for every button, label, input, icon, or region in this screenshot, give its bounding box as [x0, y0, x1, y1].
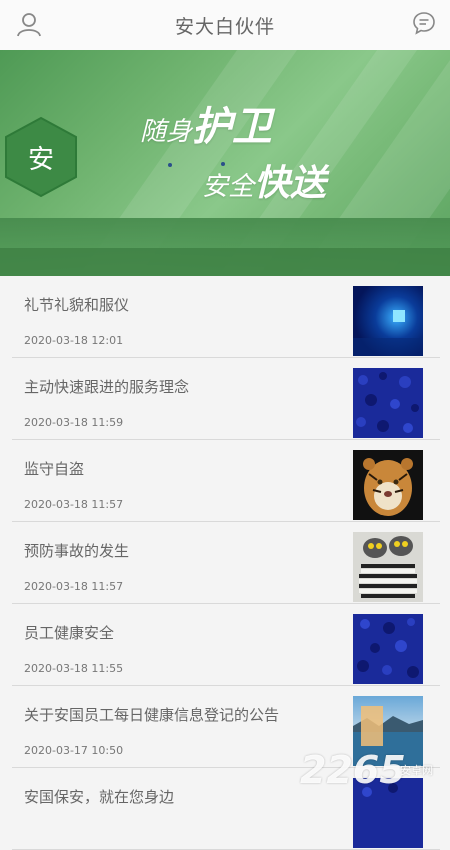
news-headline: 主动快速跟进的服务理念 — [24, 378, 190, 396]
list-item[interactable]: 监守自盗 2020-03-18 11:57 — [12, 440, 440, 522]
watermark-number: 2265 — [300, 748, 406, 792]
promo-banner[interactable]: 安 随身护卫 安全快送 — [0, 50, 450, 276]
news-date: 2020-03-18 12:01 — [24, 334, 124, 347]
news-thumbnail — [353, 450, 423, 520]
watermark-logo: 2265 安卓网 — [300, 748, 450, 800]
news-thumbnail — [353, 286, 423, 356]
news-headline: 安国保安，就在您身边 — [24, 788, 175, 806]
news-date: 2020-03-17 10:50 — [24, 744, 124, 757]
user-icon[interactable] — [16, 11, 42, 37]
list-item[interactable]: 员工健康安全 2020-03-18 11:55 — [12, 604, 440, 686]
decor-dot — [221, 162, 225, 166]
news-thumbnail — [353, 368, 423, 438]
list-item[interactable]: 主动快速跟进的服务理念 2020-03-18 11:59 — [12, 358, 440, 440]
message-icon[interactable] — [412, 11, 436, 35]
news-headline: 预防事故的发生 — [24, 542, 130, 560]
news-date: 2020-03-18 11:55 — [24, 662, 124, 675]
news-headline: 监守自盗 — [24, 460, 85, 478]
decor-dot — [168, 163, 172, 167]
hexagon-logo: 安 — [4, 116, 78, 198]
news-thumbnail — [353, 532, 423, 602]
slogan-line-1: 随身护卫 — [140, 104, 273, 150]
news-headline: 员工健康安全 — [24, 624, 115, 642]
news-date: 2020-03-18 11:57 — [24, 498, 124, 511]
news-thumbnail — [353, 614, 423, 684]
news-date: 2020-03-18 11:59 — [24, 416, 124, 429]
list-item[interactable]: 礼节礼貌和服仪 2020-03-18 12:01 — [12, 276, 440, 358]
news-list: 礼节礼貌和服仪 2020-03-18 12:01 主动快速跟进的服务理念 202… — [0, 276, 450, 850]
list-item[interactable]: 预防事故的发生 2020-03-18 11:57 — [12, 522, 440, 604]
hexagon-char: 安 — [27, 144, 54, 175]
news-headline: 礼节礼貌和服仪 — [24, 296, 130, 314]
news-date: 2020-03-18 11:57 — [24, 580, 124, 593]
banner-band-dark — [0, 248, 450, 276]
page-title: 安大白伙伴 — [174, 15, 275, 38]
news-headline: 关于安国员工每日健康信息登记的公告 — [24, 706, 280, 724]
watermark-sub: 安卓网 — [400, 764, 433, 777]
top-bar: 安大白伙伴 — [0, 0, 450, 50]
